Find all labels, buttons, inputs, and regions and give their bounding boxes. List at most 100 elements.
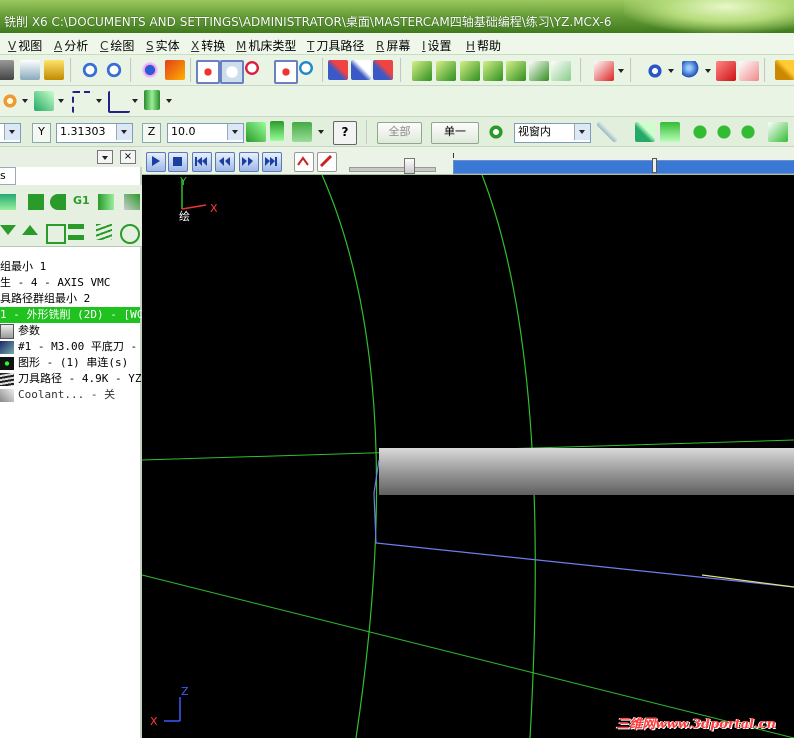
all-button[interactable]: 全部 <box>377 122 422 144</box>
zoom-window-icon[interactable] <box>196 60 220 84</box>
single-button[interactable]: 单一 <box>431 122 479 144</box>
mask-arrow-icon[interactable] <box>597 122 617 142</box>
solid-body-icon[interactable] <box>690 122 710 142</box>
panel-tab[interactable]: s <box>0 167 16 185</box>
view-select[interactable]: 视窗内 <box>514 123 591 143</box>
line-width-icon[interactable] <box>108 91 130 113</box>
autocursor-icon[interactable] <box>292 122 312 142</box>
view-iso-icon[interactable] <box>412 61 432 81</box>
tree-parameters[interactable]: 参数 <box>0 323 40 339</box>
zoom-fit-icon[interactable] <box>220 60 244 84</box>
speed-slider[interactable] <box>349 167 436 172</box>
chevron-down-icon[interactable] <box>318 130 324 134</box>
play-icon[interactable] <box>146 152 166 172</box>
chevron-down-icon[interactable] <box>22 99 28 103</box>
view-top-icon[interactable] <box>436 61 456 81</box>
z-coordinate-field[interactable]: 10.0 <box>167 123 244 143</box>
trail-mode-icon[interactable] <box>294 152 314 172</box>
rewind-start-icon[interactable] <box>192 152 212 172</box>
move-down-icon[interactable] <box>0 225 16 235</box>
tool-display-icon[interactable] <box>317 152 337 172</box>
chevron-down-icon[interactable] <box>668 69 674 73</box>
menu-help[interactable]: H 帮助 <box>466 37 501 54</box>
y-coordinate-field[interactable]: 1.31303 <box>56 123 133 143</box>
view-gview-icon[interactable] <box>529 61 549 81</box>
select-chain-icon[interactable] <box>351 60 371 80</box>
highfeed-icon[interactable] <box>124 194 140 210</box>
globe-icon[interactable] <box>645 61 665 81</box>
solid-face-icon[interactable] <box>660 122 680 142</box>
help-icon[interactable]: ? <box>333 121 357 145</box>
solid-feature-icon[interactable] <box>738 122 758 142</box>
pencil-icon[interactable] <box>775 60 794 80</box>
redo-icon[interactable] <box>104 60 124 80</box>
post-g1-icon[interactable]: G1 <box>73 194 91 210</box>
menu-analyze[interactable]: A 分析 <box>54 37 88 54</box>
point-style-icon[interactable] <box>0 91 20 111</box>
tree-geometry[interactable]: 图形 - (1) 串连(s) <box>0 355 128 371</box>
arrow-select-icon[interactable] <box>635 122 655 142</box>
undo-icon[interactable] <box>80 60 100 80</box>
panel-dropdown[interactable] <box>97 150 113 164</box>
scroll-arrows-icon[interactable] <box>68 224 84 240</box>
chevron-down-icon[interactable] <box>132 99 138 103</box>
y-label[interactable]: Y <box>32 123 51 143</box>
chevron-down-icon[interactable] <box>227 124 243 140</box>
solid-select-icon[interactable] <box>768 122 788 142</box>
chevron-down-icon[interactable] <box>574 124 590 140</box>
menu-create[interactable]: C 绘图 <box>100 37 134 54</box>
x-coordinate-field[interactable] <box>0 123 21 143</box>
tree-machine[interactable]: 生 - 4 - AXIS VMC <box>0 275 110 291</box>
cube-outline-icon[interactable] <box>739 61 759 81</box>
print-preview-icon[interactable] <box>20 60 40 80</box>
fast-point-icon[interactable] <box>246 122 266 142</box>
menu-view[interactable]: V 视图 <box>8 37 42 54</box>
insert-arrow-icon[interactable] <box>46 224 66 244</box>
select-all-icon[interactable] <box>28 194 44 210</box>
sphere-icon[interactable] <box>682 61 702 81</box>
step-forward-icon[interactable] <box>239 152 259 172</box>
panel-close-icon[interactable]: × <box>120 150 136 164</box>
wireframe-box-icon[interactable] <box>594 61 614 81</box>
step-back-icon[interactable] <box>215 152 235 172</box>
move-up-icon[interactable] <box>22 225 38 235</box>
unzoom-icon[interactable] <box>298 60 318 80</box>
chevron-down-icon[interactable] <box>4 124 20 140</box>
zoom-target-icon[interactable] <box>274 60 298 84</box>
menu-toolpaths[interactable]: T 刀具路径 <box>307 37 364 54</box>
speed-slider-thumb[interactable] <box>404 158 415 174</box>
tree-tool[interactable]: #1 - M3.00 平底刀 - <box>0 339 137 355</box>
view-front-icon[interactable] <box>460 61 480 81</box>
tree-coolant[interactable]: Coolant... - 关 <box>0 387 115 403</box>
repaint-icon[interactable] <box>165 60 185 80</box>
tree-machine-group[interactable]: 组最小 1 <box>0 259 46 275</box>
line-style-icon[interactable] <box>72 91 94 113</box>
delete-select-icon[interactable] <box>373 60 393 80</box>
post-arrow-icon[interactable] <box>98 194 114 210</box>
select-icon[interactable] <box>328 60 348 80</box>
point-position-icon[interactable] <box>34 91 54 111</box>
graphics-viewport[interactable]: Y X 绘 Z X 三维网www.3dportal.cn <box>142 147 794 738</box>
print-icon[interactable] <box>0 60 14 80</box>
tree-operation-selected[interactable]: 1 - 外形铣削 (2D) - [WC <box>0 307 143 323</box>
pan-icon[interactable] <box>140 60 160 80</box>
cylinder-icon[interactable] <box>144 90 160 110</box>
zoom-out-icon[interactable] <box>244 60 264 80</box>
chevron-down-icon[interactable] <box>618 69 624 73</box>
shaded-cube-icon[interactable] <box>716 61 736 81</box>
menu-xform[interactable]: X 转换 <box>191 37 225 54</box>
menu-machine[interactable]: M 机床类型 <box>236 37 296 54</box>
tree-toolpath[interactable]: 刀具路径 - 4.9K - YZ <box>0 371 141 387</box>
z-label[interactable]: Z <box>142 123 161 143</box>
chevron-down-icon[interactable] <box>58 99 64 103</box>
chevron-down-icon[interactable] <box>705 69 711 73</box>
menu-settings[interactable]: I 设置 <box>422 37 452 54</box>
view-cplane-icon[interactable] <box>506 61 526 81</box>
backplot-progress[interactable] <box>453 160 794 174</box>
verify-icon[interactable] <box>120 224 140 244</box>
toggle-icon[interactable] <box>0 194 16 210</box>
chevron-down-icon[interactable] <box>96 99 102 103</box>
exclamation-icon[interactable] <box>270 121 284 141</box>
solid-edge-icon[interactable] <box>714 122 734 142</box>
toolpath-display-icon[interactable] <box>96 224 112 240</box>
